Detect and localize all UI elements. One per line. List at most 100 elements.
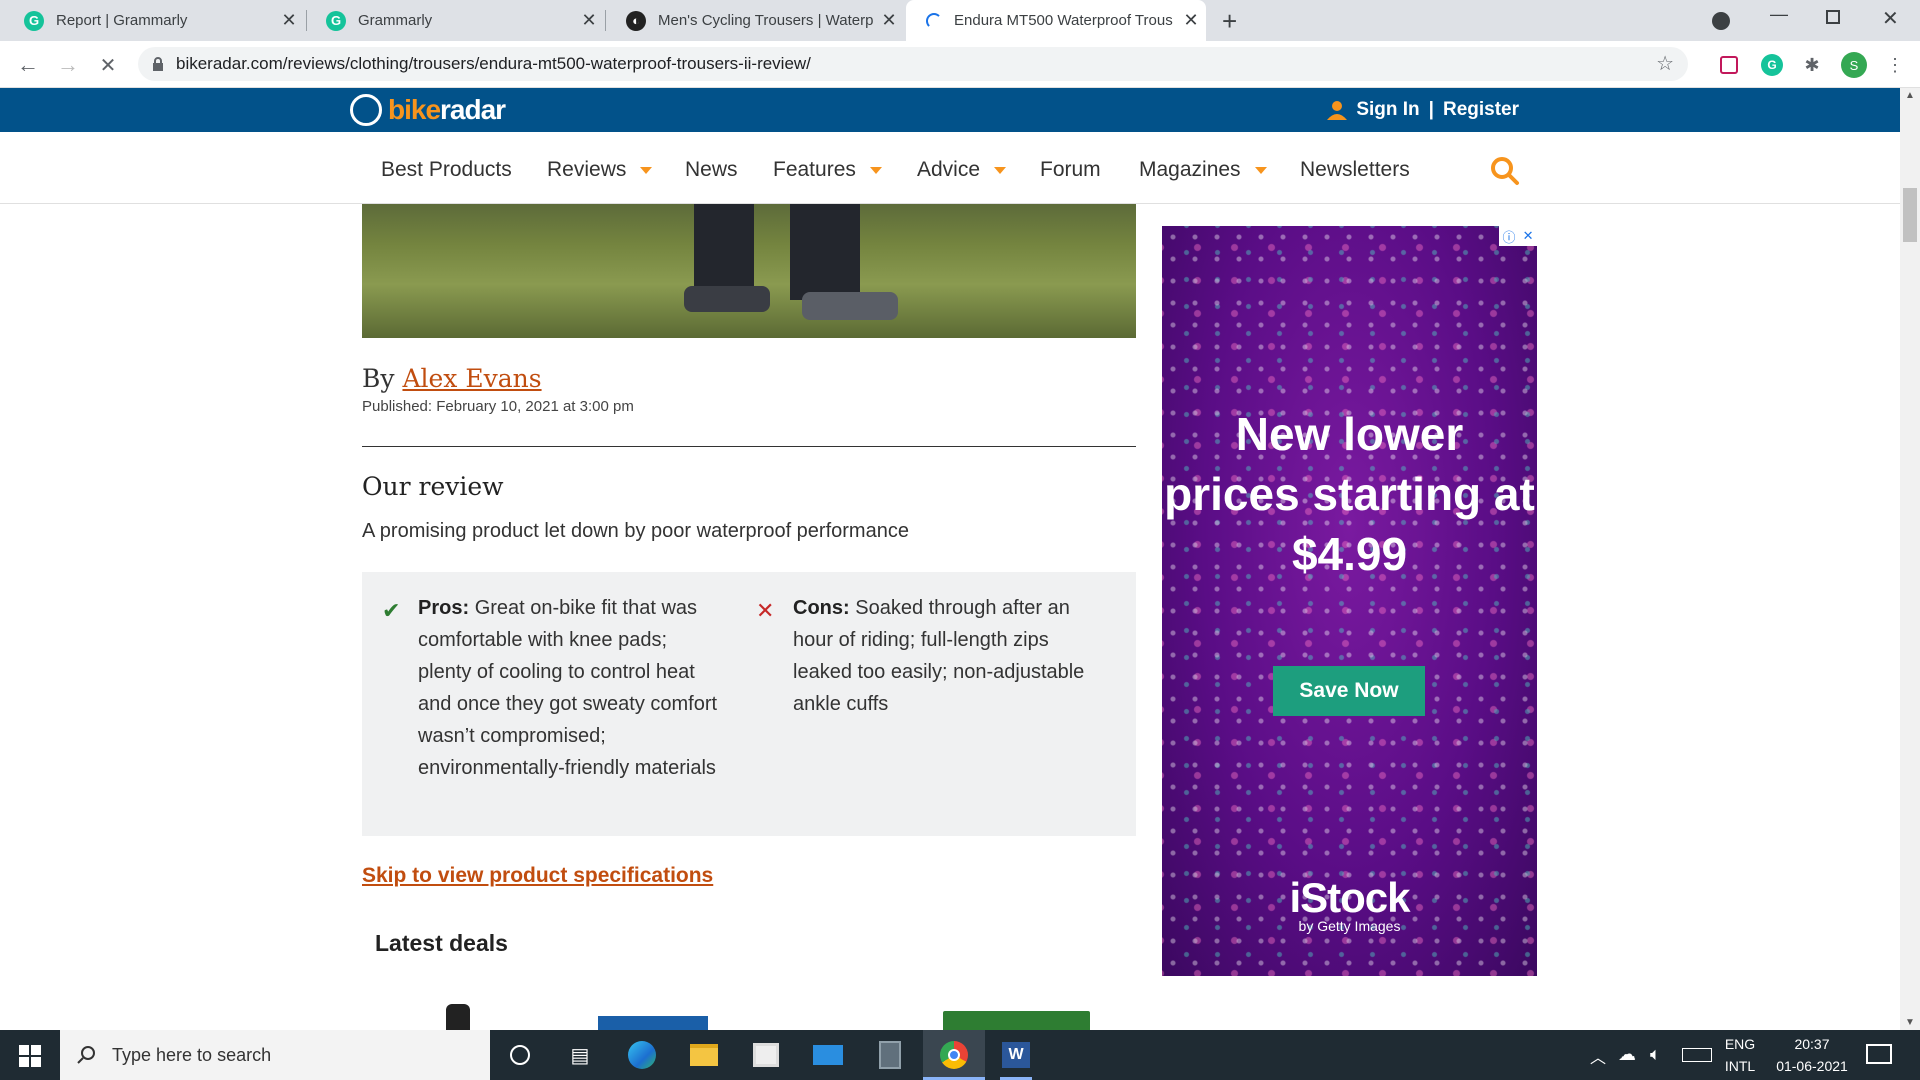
cons-list: Cons: Soaked through after an hour of ri… — [793, 592, 1093, 720]
nav-news[interactable]: News — [685, 158, 738, 182]
onedrive-cloud-icon[interactable]: ☁ — [1618, 1044, 1636, 1065]
tab-endura-review[interactable]: Endura MT500 Waterproof Trous ✕ — [906, 0, 1206, 41]
task-view-icon[interactable]: ▤ — [564, 1039, 596, 1071]
shoe-right — [802, 292, 898, 320]
address-bar[interactable]: bikeradar.com/reviews/clothing/trousers/… — [138, 47, 1688, 81]
ad-info-icon[interactable]: ⓘ — [1503, 227, 1516, 246]
hero-image — [362, 204, 1136, 338]
extensions-puzzle-icon[interactable]: ✱ — [1801, 54, 1823, 76]
nav-forum[interactable]: Forum — [1040, 158, 1101, 182]
tab-title: Men's Cycling Trousers | Waterpr — [658, 12, 874, 29]
nav-label: Magazines — [1139, 158, 1241, 181]
ad-choices[interactable]: ⓘ ✕ — [1499, 226, 1537, 246]
show-hidden-icons-chevron-icon[interactable]: ︿ — [1590, 1044, 1606, 1068]
retailer-logo — [598, 1016, 708, 1030]
ad-brand: iStock — [1289, 874, 1410, 921]
tab-grammarly[interactable]: G Grammarly ✕ — [306, 0, 604, 41]
scrollbar-thumb[interactable] — [1903, 188, 1917, 242]
review-summary: A promising product let down by poor wat… — [362, 520, 909, 542]
windows-start-icon[interactable] — [19, 1045, 41, 1067]
search-icon — [77, 1046, 95, 1064]
profile-avatar[interactable]: S — [1841, 52, 1867, 78]
clock-time: 20:37 — [1794, 1036, 1830, 1052]
forward-button[interactable]: → — [52, 49, 84, 81]
close-icon[interactable]: ✕ — [274, 10, 304, 31]
restore-button[interactable] — [1826, 10, 1840, 24]
volume-icon[interactable]: 🔈︎ — [1650, 1044, 1661, 1065]
nav-features[interactable]: Features — [773, 158, 882, 182]
nav-reviews[interactable]: Reviews — [547, 158, 653, 182]
ad-background-dots — [1162, 226, 1537, 976]
cortana-icon[interactable] — [504, 1039, 536, 1071]
view-deal-button[interactable] — [943, 1011, 1090, 1030]
language-code: ENG — [1724, 1036, 1756, 1052]
keyboard-icon[interactable] — [1682, 1048, 1712, 1062]
nav-newsletters[interactable]: Newsletters — [1300, 158, 1410, 182]
bikeradar-logo[interactable]: bike radar — [350, 94, 506, 126]
account-links: Sign In | Register — [1326, 88, 1519, 132]
byline: By Alex Evans — [362, 364, 542, 393]
tab-title: Endura MT500 Waterproof Trous — [954, 12, 1173, 29]
stop-loading-button[interactable]: ✕ — [92, 49, 124, 81]
skip-to-specs-link[interactable]: Skip to view product specifications — [362, 864, 713, 888]
calculator-icon[interactable] — [874, 1039, 906, 1071]
rider-right-leg — [790, 204, 860, 300]
notifications-icon[interactable] — [1866, 1044, 1892, 1064]
scroll-down-arrow-icon[interactable]: ▼ — [1905, 1017, 1915, 1028]
pros-cons-box: ✔ Pros: Great on-bike fit that was comfo… — [362, 572, 1136, 836]
grammarly-extension-icon[interactable]: G — [1761, 54, 1783, 76]
browser-toolbar: ← → ✕ bikeradar.com/reviews/clothing/tro… — [0, 41, 1920, 88]
ad-headline: New lower prices starting at $4.99 — [1164, 408, 1535, 580]
tab-search-icon[interactable] — [1712, 12, 1730, 30]
sign-in-link[interactable]: Sign In — [1356, 99, 1419, 121]
word-icon[interactable]: W — [1000, 1039, 1032, 1071]
taskbar-search-box[interactable]: Type here to search — [60, 1030, 490, 1080]
pocket-extension-icon[interactable] — [1720, 56, 1738, 74]
author-link[interactable]: Alex Evans — [402, 364, 541, 393]
save-now-button[interactable]: Save Now — [1273, 666, 1425, 716]
nav-magazines[interactable]: Magazines — [1139, 158, 1267, 182]
close-icon[interactable]: ✕ — [1176, 10, 1206, 31]
pros-list: Pros: Great on-bike fit that was comfort… — [418, 592, 718, 784]
url-text: bikeradar.com/reviews/clothing/trousers/… — [176, 54, 811, 73]
language-indicator[interactable]: ENG INTL — [1720, 1036, 1760, 1074]
ad-close-icon[interactable]: ✕ — [1523, 228, 1534, 244]
file-explorer-icon[interactable] — [688, 1039, 720, 1071]
browser-tab-strip: G Report | Grammarly ✕ G Grammarly ✕ ◐ M… — [0, 0, 1920, 41]
search-icon[interactable] — [1490, 156, 1520, 186]
review-heading: Our review — [362, 472, 504, 501]
clock[interactable]: 20:37 01-06-2021 — [1762, 1036, 1862, 1074]
nav-best-products[interactable]: Best Products — [381, 158, 512, 182]
new-tab-button[interactable]: + — [1222, 6, 1237, 37]
minimize-button[interactable]: — — [1770, 4, 1788, 25]
main-navigation: Best Products Reviews News Features Advi… — [0, 132, 1900, 204]
logo-wheel-icon — [350, 94, 382, 126]
chevron-down-icon — [640, 166, 653, 174]
bookmark-star-icon[interactable]: ☆ — [1656, 51, 1674, 76]
back-button[interactable]: ← — [12, 49, 44, 81]
close-icon[interactable]: ✕ — [874, 10, 904, 31]
profile-initial: S — [1849, 57, 1859, 73]
close-window-button[interactable]: ✕ — [1882, 6, 1899, 31]
site-top-bar: bike radar Sign In | Register — [0, 88, 1900, 132]
deal-product-image[interactable] — [446, 1004, 470, 1030]
loading-spinner-icon — [926, 12, 942, 29]
advertisement[interactable]: ⓘ ✕ New lower prices starting at $4.99 S… — [1162, 226, 1537, 976]
browser-menu-icon[interactable]: ⋮ — [1884, 54, 1906, 76]
store-icon[interactable] — [750, 1039, 782, 1071]
mail-icon[interactable] — [812, 1039, 844, 1071]
nav-advice[interactable]: Advice — [917, 158, 1007, 182]
edge-browser-icon[interactable] — [626, 1039, 658, 1071]
scroll-up-arrow-icon[interactable]: ▲ — [1905, 90, 1915, 101]
tab-report-grammarly[interactable]: G Report | Grammarly ✕ — [4, 0, 304, 41]
tab-mens-cycling-trousers[interactable]: ◐ Men's Cycling Trousers | Waterpr ✕ — [606, 0, 904, 41]
register-link[interactable]: Register — [1443, 99, 1519, 121]
account-separator: | — [1428, 99, 1434, 120]
chrome-icon[interactable] — [938, 1039, 970, 1071]
taskbar-search-placeholder: Type here to search — [112, 1044, 272, 1065]
close-icon[interactable]: ✕ — [574, 10, 604, 31]
site-favicon-icon: ◐ — [626, 10, 646, 31]
pros-label: Pros: — [418, 597, 470, 619]
windows-taskbar: Type here to search ▤ W ︿ ☁ 🔈︎ ENG INTL … — [0, 1030, 1920, 1080]
chevron-down-icon — [994, 166, 1007, 174]
